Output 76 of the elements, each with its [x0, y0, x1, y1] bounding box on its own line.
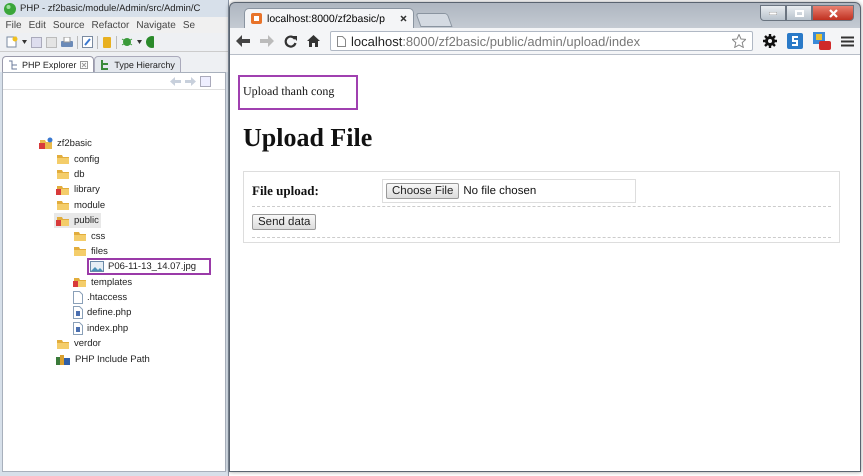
folder-icon	[56, 153, 70, 166]
close-button[interactable]	[812, 5, 854, 21]
folder-icon	[56, 338, 70, 350]
reload-icon[interactable]	[284, 34, 297, 48]
tree-item[interactable]: public	[54, 213, 101, 228]
menu-item[interactable]: Edit	[25, 20, 50, 30]
page-icon	[337, 36, 346, 46]
folder-icon	[56, 199, 70, 212]
close-icon[interactable]	[400, 15, 407, 22]
file-icon	[73, 291, 83, 304]
file-input[interactable]: Choose File No file chosen	[382, 179, 636, 203]
tree-item[interactable]: files	[71, 244, 110, 259]
tree-item[interactable]: index.php	[71, 320, 130, 336]
file-status: No file chosen	[463, 185, 536, 197]
folder-icon	[73, 230, 87, 242]
tree-item[interactable]: library	[54, 182, 102, 198]
tree-item[interactable]: P06-11-13_14.07.jpg	[88, 259, 210, 274]
settings-icon[interactable]	[763, 34, 777, 48]
tree-item[interactable]: zf2basic	[37, 136, 94, 152]
tree-item[interactable]: css	[71, 228, 108, 244]
tree-item[interactable]: module	[54, 198, 108, 213]
tree-item[interactable]: define.php	[71, 305, 134, 320]
tree-item[interactable]: verdor	[54, 336, 103, 352]
explorer-icon	[8, 60, 18, 70]
collapse-icon[interactable]	[200, 76, 211, 86]
back-arrow-icon[interactable]	[236, 35, 250, 47]
field-label: File upload:	[252, 183, 320, 199]
menu-item[interactable]: Se	[179, 20, 199, 30]
folder-icon	[56, 184, 70, 196]
printer-icon[interactable]	[61, 36, 73, 48]
new-file-icon[interactable]	[6, 36, 18, 48]
menu-item[interactable]: Refactor	[88, 20, 133, 30]
folder-icon	[56, 168, 70, 180]
document-icon	[73, 306, 83, 320]
view-tab[interactable]: Type Hierarchy	[94, 56, 181, 72]
tree-item[interactable]: templates	[71, 274, 134, 290]
send-data-button[interactable]: Send data	[252, 214, 316, 230]
favicon-icon	[251, 13, 262, 24]
extension-icon[interactable]	[787, 33, 803, 49]
maximize-button[interactable]	[786, 5, 812, 21]
browser-tab[interactable]: localhost:8000/zf2basic/p	[244, 8, 414, 28]
page-heading: Upload File	[243, 123, 372, 153]
extension-icon[interactable]	[813, 32, 831, 50]
window-title: PHP - zf2basic/module/Admin/src/Admin/C	[20, 3, 200, 14]
menu-item[interactable]: Source	[49, 20, 88, 30]
app-logo-icon	[4, 2, 16, 14]
folder-icon	[73, 245, 87, 258]
bug-icon[interactable]	[121, 36, 133, 48]
status-message: Upload thanh cong	[240, 77, 356, 108]
tree-item[interactable]: .htaccess	[71, 290, 130, 306]
edit-icon[interactable]	[82, 36, 93, 48]
minimize-button[interactable]	[760, 5, 786, 21]
folder-icon	[56, 214, 70, 227]
tree-item[interactable]: PHP Include Path	[54, 352, 152, 367]
caret-icon[interactable]	[137, 40, 142, 44]
menu-item[interactable]: File	[2, 20, 26, 30]
tree-item[interactable]: db	[54, 166, 87, 182]
url-text: localhost:8000/zf2basic/public/admin/upload/index	[351, 34, 642, 48]
hierarchy-icon	[100, 59, 110, 70]
minimize-icon	[769, 12, 777, 14]
maximize-icon	[794, 10, 804, 16]
project-icon	[39, 137, 53, 150]
caret-icon[interactable]	[22, 40, 27, 44]
image-icon	[90, 261, 104, 272]
address-bar[interactable]: localhost:8000/zf2basic/public/admin/upload/index	[330, 31, 753, 51]
close-icon	[828, 8, 838, 18]
menu-item[interactable]: Navigate	[132, 20, 180, 30]
books-icon	[56, 354, 71, 365]
view-tab[interactable]: PHP Explorer	[2, 56, 94, 72]
folder-icon	[73, 276, 87, 288]
tree-item[interactable]: config	[54, 152, 102, 167]
home-icon[interactable]	[307, 35, 320, 47]
star-icon[interactable]	[732, 34, 746, 48]
menu-icon[interactable]	[841, 36, 854, 46]
document-icon	[73, 322, 83, 335]
choose-file-button[interactable]: Choose File	[386, 183, 460, 199]
